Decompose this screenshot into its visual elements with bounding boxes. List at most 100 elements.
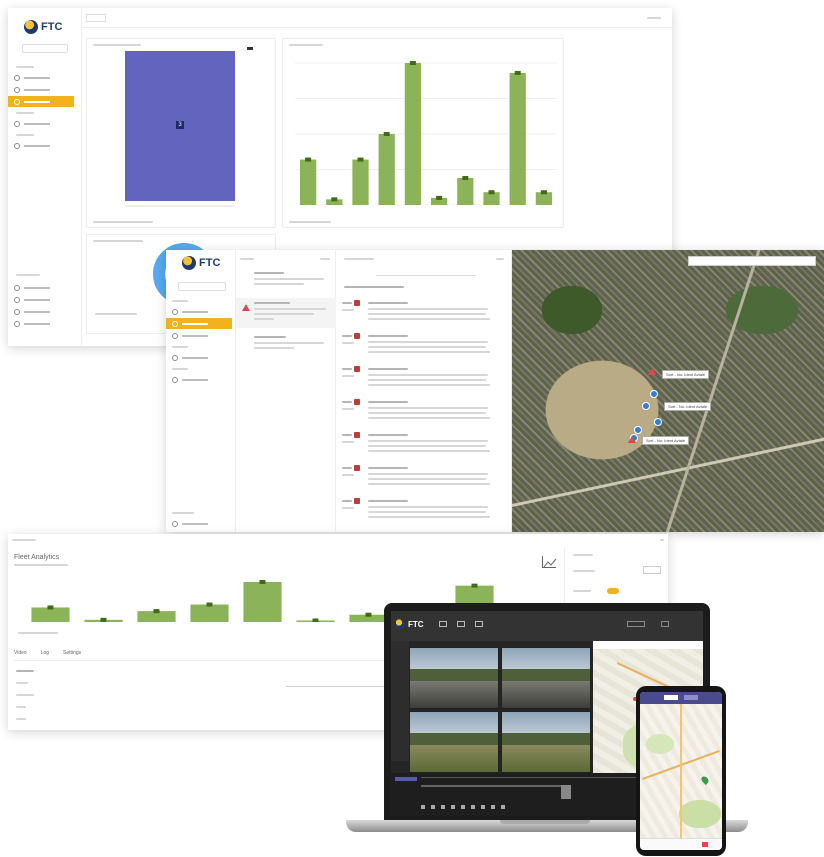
sidebar-search[interactable]: [22, 44, 68, 53]
sidebar-item-6[interactable]: [8, 282, 74, 293]
sidebar-item-5[interactable]: [8, 140, 74, 151]
alert-item[interactable]: [236, 332, 336, 360]
timeline-filter[interactable]: [376, 266, 476, 276]
map-pin-icon[interactable]: [634, 426, 642, 434]
analytics-bar-marker-6: [365, 612, 372, 617]
camera-feed-4[interactable]: [501, 711, 591, 773]
brand-logo: FTC: [24, 20, 62, 34]
alert-icon[interactable]: [648, 368, 656, 375]
phone-device: [636, 686, 726, 856]
camera-feed-1[interactable]: [409, 647, 499, 709]
sidebar-item-8[interactable]: [8, 306, 74, 317]
camera-feed-2[interactable]: [501, 647, 591, 709]
tab-settings[interactable]: Settings: [63, 650, 81, 656]
map-search-bar[interactable]: [688, 256, 816, 266]
analytics-bar-marker-4: [259, 580, 266, 584]
alert-icon: [242, 304, 250, 311]
satellite-map[interactable]: Sort - No: Ident Avtale Sort - No: Ident…: [512, 250, 824, 532]
phone-screen: [640, 692, 722, 850]
timeline-event[interactable]: [336, 430, 512, 460]
map-label[interactable]: Sort - No: Ident Avtale: [664, 402, 712, 411]
timeline-event[interactable]: [336, 364, 512, 394]
sidebar-item-4[interactable]: [8, 118, 74, 129]
alert-icon[interactable]: [628, 436, 636, 443]
globe-logo-icon: [182, 256, 196, 270]
settings-toggle[interactable]: [607, 588, 619, 594]
map-label[interactable]: Sort - No: Ident Avtale: [642, 436, 690, 445]
bar-0[interactable]: [299, 159, 317, 205]
bar-8[interactable]: [509, 72, 526, 205]
timeline-event[interactable]: [336, 397, 512, 427]
chart-icon[interactable]: [542, 556, 557, 568]
histogram-card: 3: [86, 38, 276, 228]
alert-item-selected[interactable]: [236, 298, 336, 328]
bar-2[interactable]: [352, 159, 369, 205]
sidebar-search[interactable]: [178, 282, 226, 291]
alert-list: [236, 250, 336, 532]
analytics-bar-4[interactable]: [243, 582, 282, 622]
map-pin-icon[interactable]: [654, 418, 662, 426]
tab-video[interactable]: Video: [14, 650, 27, 656]
bar-value-marker-1: [331, 197, 338, 202]
sidebar-item-7[interactable]: [8, 294, 74, 305]
sidebar-item-3[interactable]: [166, 330, 232, 341]
analytics-bar-marker-8: [471, 583, 478, 588]
event-timeline: [336, 250, 512, 532]
events-window: FTC Sort - No: Ident Avtale Sort - No: I…: [166, 250, 824, 532]
event-status-icon: [354, 300, 360, 306]
tab-log[interactable]: Log: [41, 650, 49, 656]
analytics-tabs: Video Log Settings: [14, 650, 81, 656]
toolbar-icon[interactable]: [475, 621, 483, 627]
timeline-event[interactable]: [336, 463, 512, 493]
analytics-bar-3[interactable]: [190, 604, 229, 622]
topbar-tab[interactable]: [86, 14, 106, 22]
timeline-event[interactable]: [336, 496, 512, 526]
dashboard-bar-chart: [295, 61, 557, 205]
bar-3[interactable]: [378, 134, 395, 205]
event-status-icon: [354, 465, 360, 471]
bar-chart-card: [282, 38, 564, 228]
bar-value-marker-7: [488, 190, 495, 195]
bar-6[interactable]: [457, 178, 474, 205]
play-controls[interactable]: [421, 805, 511, 809]
bar-value-marker-4: [409, 61, 416, 65]
map-pin-icon[interactable]: [650, 390, 658, 398]
sidebar-item-5[interactable]: [166, 374, 232, 385]
dashboard-topbar: [82, 8, 672, 28]
histogram-label: 3: [176, 121, 184, 129]
phone-header: [640, 692, 722, 704]
map-pin-icon[interactable]: [700, 775, 710, 785]
bar-value-marker-6: [462, 176, 469, 181]
event-status-icon: [354, 333, 360, 339]
event-status-icon: [354, 366, 360, 372]
camera-icon[interactable]: [439, 621, 447, 627]
camera-feed-3[interactable]: [409, 711, 499, 773]
sidebar-item-6[interactable]: [166, 518, 232, 529]
toolbar-icon[interactable]: [661, 621, 669, 627]
video-app-topbar: FTC: [391, 611, 703, 641]
phone-map[interactable]: [640, 704, 722, 838]
sidebar-item-2[interactable]: [8, 84, 74, 95]
settings-select[interactable]: [643, 566, 661, 574]
map-label[interactable]: Sort - No: Ident Avtale: [662, 370, 710, 379]
sidebar-item-active[interactable]: [8, 96, 74, 107]
alert-item[interactable]: [236, 268, 336, 296]
analytics-bar-0[interactable]: [31, 607, 70, 622]
globe-logo-icon: [395, 619, 405, 629]
bar-value-marker-9: [540, 190, 547, 195]
map-pin-icon[interactable]: [642, 402, 650, 410]
sidebar-item-1[interactable]: [166, 306, 232, 317]
timeline-event[interactable]: [336, 298, 512, 328]
histogram-bar: 3: [125, 51, 235, 201]
bar-4[interactable]: [404, 63, 422, 205]
timeline-event[interactable]: [336, 331, 512, 361]
sidebar-item-4[interactable]: [166, 352, 232, 363]
chart-icon-graphic: [543, 558, 557, 568]
legend-swatch: [247, 47, 253, 50]
sidebar-item-9[interactable]: [8, 318, 74, 329]
sidebar-item-active[interactable]: [166, 318, 232, 329]
sidebar-item-1[interactable]: [8, 72, 74, 83]
toolbar-icon[interactable]: [627, 621, 645, 627]
toolbar-icon[interactable]: [457, 621, 465, 627]
bar-value-marker-2: [357, 157, 364, 162]
